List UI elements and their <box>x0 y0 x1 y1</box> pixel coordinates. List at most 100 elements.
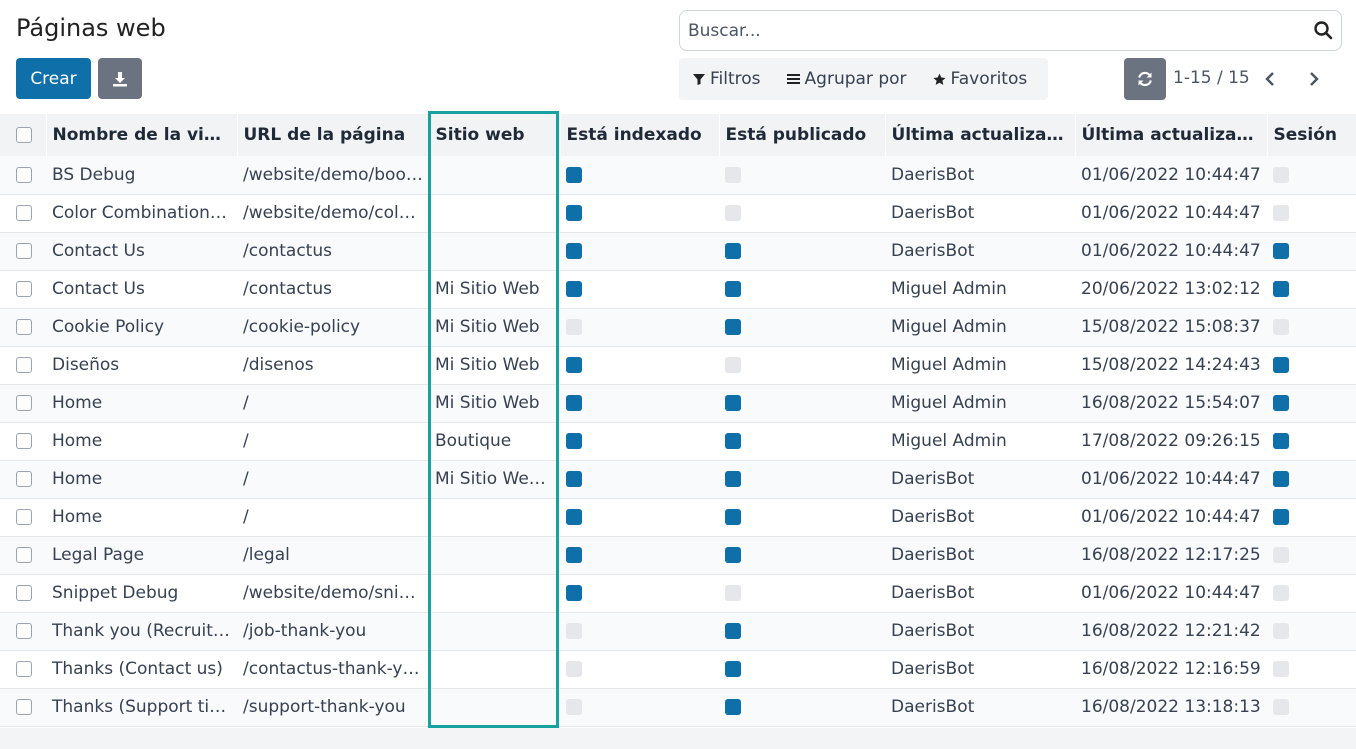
row-checkbox[interactable] <box>0 612 46 650</box>
cell-indexed-toggle[interactable] <box>560 460 719 498</box>
cell-published-toggle[interactable] <box>719 688 885 726</box>
cell-published-toggle[interactable] <box>719 422 885 460</box>
cell-indexed-toggle[interactable] <box>560 384 719 422</box>
column-header-session[interactable]: Sesión <box>1267 114 1356 156</box>
row-checkbox[interactable] <box>0 498 46 536</box>
cell-indexed-toggle[interactable] <box>560 270 719 308</box>
table-row[interactable]: Cookie Policy/cookie-policy Mi Sitio Web M… <box>0 308 1356 346</box>
cell-indexed-toggle[interactable] <box>560 612 719 650</box>
cell-session-toggle[interactable] <box>1267 384 1356 422</box>
cell-session-toggle[interactable] <box>1267 270 1356 308</box>
row-checkbox[interactable] <box>0 688 46 726</box>
table-row[interactable]: Home / DaerisBot 01/06/2022 10:44:47 <box>0 498 1356 536</box>
cell-published-toggle[interactable] <box>719 460 885 498</box>
search-input[interactable] <box>688 19 1288 43</box>
cell-published-toggle[interactable] <box>719 612 885 650</box>
table-row[interactable]: Thanks (Contact us) /contactus-thank-you D… <box>0 650 1356 688</box>
row-checkbox[interactable] <box>0 422 46 460</box>
cell-indexed-toggle[interactable] <box>560 422 719 460</box>
group-by-button[interactable]: Agrupar por <box>786 69 907 89</box>
cell-published-toggle[interactable] <box>719 536 885 574</box>
cell-session-toggle[interactable] <box>1267 308 1356 346</box>
pager-previous-button[interactable] <box>1260 67 1280 91</box>
cell-session-toggle[interactable] <box>1267 650 1356 688</box>
select-all-checkbox[interactable] <box>0 114 47 156</box>
row-checkbox[interactable] <box>0 232 46 270</box>
row-checkbox[interactable] <box>0 194 46 232</box>
table-row[interactable]: Thanks (Support ticket) /support-thank-yo… <box>0 688 1356 726</box>
cell-indexed-toggle[interactable] <box>560 156 719 194</box>
cell-published-toggle[interactable] <box>719 498 885 536</box>
chevron-right-icon <box>1310 72 1319 86</box>
cell-published-toggle[interactable] <box>719 270 885 308</box>
pager-next-button[interactable] <box>1304 67 1324 91</box>
row-checkbox[interactable] <box>0 650 46 688</box>
cell-published-toggle[interactable] <box>719 650 885 688</box>
row-checkbox[interactable] <box>0 346 46 384</box>
table-row[interactable]: Color Combinations Debug/website/demo/co… <box>0 194 1356 232</box>
column-header-indexed[interactable]: Está indexado <box>560 114 720 156</box>
cell-session-toggle[interactable] <box>1267 460 1356 498</box>
column-header-updated-by[interactable]: Última actualización por <box>885 114 1076 156</box>
row-checkbox[interactable] <box>0 308 46 346</box>
table-row[interactable]: BS Debug/website/demo/bootstrap DaerisBot… <box>0 156 1356 194</box>
table-row[interactable]: Thank you (Recruitment) /job-thank-you Dae… <box>0 612 1356 650</box>
cell-session-toggle[interactable] <box>1267 346 1356 384</box>
refresh-button[interactable] <box>1124 58 1166 100</box>
search-icon[interactable] <box>1313 20 1333 44</box>
table-row[interactable]: Home / Boutique Miguel Admin 17/08/2022 09:2… <box>0 422 1356 460</box>
cell-published-toggle[interactable] <box>719 574 885 612</box>
cell-published-toggle[interactable] <box>719 384 885 422</box>
column-header-url[interactable]: URL de la página <box>237 114 430 156</box>
cell-session-toggle[interactable] <box>1267 422 1356 460</box>
column-header-updated-on[interactable]: Última actualización el <box>1075 114 1268 156</box>
download-button[interactable] <box>98 58 142 99</box>
cell-indexed-toggle[interactable] <box>560 498 719 536</box>
row-checkbox[interactable] <box>0 574 46 612</box>
cell-session-toggle[interactable] <box>1267 156 1356 194</box>
create-button[interactable]: Crear <box>16 58 91 99</box>
cell-published-toggle[interactable] <box>719 194 885 232</box>
column-header-published[interactable]: Está publicado <box>719 114 886 156</box>
pager-value[interactable]: 1-15 / 15 <box>1173 68 1250 88</box>
row-checkbox[interactable] <box>0 156 46 194</box>
cell-indexed-toggle[interactable] <box>560 688 719 726</box>
favorites-button[interactable]: Favoritos <box>932 69 1027 89</box>
table-row[interactable]: Home / Mi Sitio Web Miguel Admin 16/08/2022 … <box>0 384 1356 422</box>
cell-indexed-toggle[interactable] <box>560 536 719 574</box>
row-checkbox[interactable] <box>0 384 46 422</box>
cell-indexed-toggle[interactable] <box>560 574 719 612</box>
cell-session-toggle[interactable] <box>1267 194 1356 232</box>
cell-session-toggle[interactable] <box>1267 498 1356 536</box>
table-row[interactable]: Contact Us/contactus Mi Sitio Web Miguel A… <box>0 270 1356 308</box>
cell-url: /disenos <box>243 355 314 375</box>
cell-indexed-toggle[interactable] <box>560 232 719 270</box>
column-header-name[interactable]: Nombre de la vista <box>46 114 238 156</box>
row-checkbox[interactable] <box>0 536 46 574</box>
cell-session-toggle[interactable] <box>1267 536 1356 574</box>
row-checkbox[interactable] <box>0 460 46 498</box>
cell-session-toggle[interactable] <box>1267 574 1356 612</box>
cell-indexed-toggle[interactable] <box>560 650 719 688</box>
table-row[interactable]: Home / Mi Sitio Web 2 DaerisBot 01/06/2022 1… <box>0 460 1356 498</box>
page-title: Páginas web <box>16 14 166 42</box>
table-row[interactable]: Legal Page/legal DaerisBot 16/08/2022 12:1… <box>0 536 1356 574</box>
column-header-website[interactable]: Sitio web <box>429 114 561 156</box>
table-row[interactable]: Contact Us/contactus DaerisBot 01/06/2022 … <box>0 232 1356 270</box>
cell-indexed-toggle[interactable] <box>560 308 719 346</box>
table-row[interactable]: Snippet Debug/website/demo/snippets Daeri… <box>0 574 1356 612</box>
cell-published-toggle[interactable] <box>719 156 885 194</box>
cell-published-toggle[interactable] <box>719 346 885 384</box>
cell-indexed-toggle[interactable] <box>560 346 719 384</box>
cell-published-toggle[interactable] <box>719 232 885 270</box>
cell-published-toggle[interactable] <box>719 308 885 346</box>
cell-session-toggle[interactable] <box>1267 612 1356 650</box>
cell-indexed-toggle[interactable] <box>560 194 719 232</box>
row-checkbox[interactable] <box>0 270 46 308</box>
filters-button[interactable]: Filtros <box>693 69 761 89</box>
cell-name: Home <box>52 431 103 451</box>
table-row[interactable]: Diseños/disenos Mi Sitio Web Miguel Admin 1… <box>0 346 1356 384</box>
cell-session-toggle[interactable] <box>1267 688 1356 726</box>
cell-session-toggle[interactable] <box>1267 232 1356 270</box>
footer-bar <box>0 728 1356 749</box>
